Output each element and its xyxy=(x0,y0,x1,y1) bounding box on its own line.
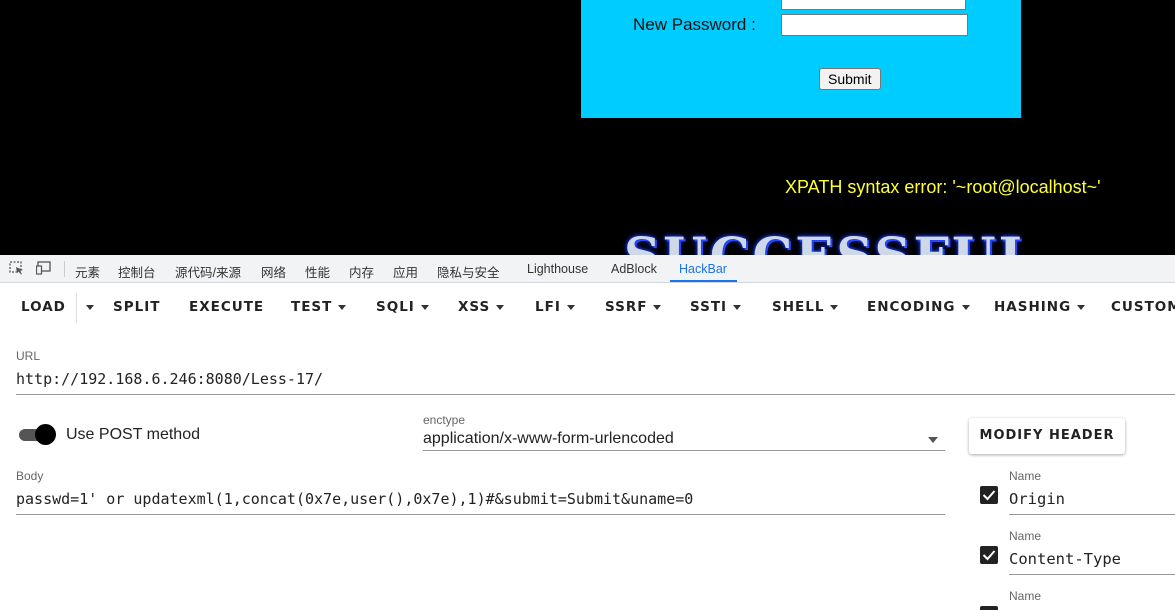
header-value-origin[interactable]: Origin xyxy=(1009,490,1065,508)
web-page-content: New Password : Submit XPATH syntax error… xyxy=(0,0,1175,255)
enctype-select[interactable]: application/x-www-form-urlencoded xyxy=(423,430,674,448)
custom-menu-button[interactable]: CUSTOM xyxy=(1111,299,1175,315)
test-label: TEST xyxy=(291,299,333,315)
toolbar-divider xyxy=(76,293,77,323)
chevron-down-icon xyxy=(566,304,575,310)
device-toolbar-icon[interactable] xyxy=(35,261,52,275)
header-value-content-type[interactable]: Content-Type xyxy=(1009,550,1121,568)
new-password-label: New Password : xyxy=(633,15,756,34)
hashing-label: HASHING xyxy=(994,299,1072,315)
new-password-input[interactable] xyxy=(781,14,968,36)
devtools-tab-bar: 元素 控制台 源代码/来源 网络 性能 内存 应用 隐私与安全 Lighthou… xyxy=(0,255,1175,283)
tab-performance[interactable]: 性能 xyxy=(305,262,330,281)
checkmark-icon xyxy=(982,490,996,501)
split-button[interactable]: SPLIT xyxy=(113,299,160,315)
tab-elements[interactable]: 元素 xyxy=(75,262,100,281)
header-name-label: Name xyxy=(1009,589,1042,603)
xpath-error-message: XPATH syntax error: '~root@localhost~' xyxy=(785,177,1101,197)
xss-menu-button[interactable]: XSS xyxy=(458,299,505,315)
tab-hackbar[interactable]: HackBar xyxy=(679,262,727,276)
encoding-label: ENCODING xyxy=(867,299,956,315)
hackbar-toolbar: LOAD SPLIT EXECUTE TEST SQLI XSS LFI SSR… xyxy=(0,283,1175,331)
chevron-down-icon xyxy=(86,304,94,310)
tab-separator xyxy=(64,261,65,277)
chevron-down-icon xyxy=(496,304,505,310)
username-field[interactable] xyxy=(781,0,966,10)
chevron-down-icon xyxy=(338,304,347,310)
tab-adblock[interactable]: AdBlock xyxy=(611,262,657,276)
url-label: URL xyxy=(16,349,41,363)
load-button[interactable]: LOAD xyxy=(21,299,66,315)
header-name-label: Name xyxy=(1009,469,1042,483)
hashing-menu-button[interactable]: HASHING xyxy=(994,299,1086,315)
tab-sources[interactable]: 源代码/来源 xyxy=(175,262,241,281)
active-tab-indicator xyxy=(670,280,737,282)
enctype-underline xyxy=(423,450,945,451)
password-form-panel: New Password : Submit xyxy=(581,0,1021,118)
chevron-down-icon xyxy=(420,304,429,310)
header-checkbox-content-type[interactable] xyxy=(980,546,998,564)
shell-menu-button[interactable]: SHELL xyxy=(772,299,839,315)
execute-button[interactable]: EXECUTE xyxy=(189,299,264,315)
ssti-label: SSTI xyxy=(690,299,728,315)
lfi-label: LFI xyxy=(535,299,561,315)
load-menu-button[interactable] xyxy=(80,299,94,315)
tab-console[interactable]: 控制台 xyxy=(118,262,156,281)
modify-header-button[interactable]: MODIFY HEADER xyxy=(969,418,1125,454)
ssti-menu-button[interactable]: SSTI xyxy=(690,299,742,315)
hackbar-panel: LOAD SPLIT EXECUTE TEST SQLI XSS LFI SSR… xyxy=(0,283,1175,610)
tab-application[interactable]: 应用 xyxy=(393,262,418,281)
header-underline xyxy=(1009,574,1175,575)
sqli-label: SQLI xyxy=(376,299,415,315)
success-banner-image: SUCCESSFUL xyxy=(624,226,1037,255)
chevron-down-icon xyxy=(733,304,742,310)
enctype-label: enctype xyxy=(423,413,466,427)
body-input-underline xyxy=(16,514,945,515)
tab-privacy-security[interactable]: 隐私与安全 xyxy=(437,262,500,281)
header-checkbox-third[interactable] xyxy=(980,606,998,610)
tab-memory[interactable]: 内存 xyxy=(349,262,374,281)
chevron-down-icon xyxy=(653,304,662,310)
chevron-down-icon xyxy=(1077,304,1086,310)
ssrf-label: SSRF xyxy=(605,299,648,315)
shell-label: SHELL xyxy=(772,299,825,315)
chevron-down-icon xyxy=(830,304,839,310)
tab-network[interactable]: 网络 xyxy=(261,262,286,281)
checkmark-icon xyxy=(982,550,996,561)
header-name-label: Name xyxy=(1009,529,1042,543)
encoding-menu-button[interactable]: ENCODING xyxy=(867,299,970,315)
toggle-knob[interactable] xyxy=(35,424,56,445)
lfi-menu-button[interactable]: LFI xyxy=(535,299,575,315)
use-post-label: Use POST method xyxy=(66,426,200,443)
ssrf-menu-button[interactable]: SSRF xyxy=(605,299,662,315)
header-underline xyxy=(1009,514,1175,515)
body-label: Body xyxy=(16,469,44,483)
body-input[interactable]: passwd=1' or updatexml(1,concat(0x7e,use… xyxy=(16,490,693,508)
submit-button[interactable]: Submit xyxy=(819,68,881,90)
tab-lighthouse[interactable]: Lighthouse xyxy=(527,262,588,276)
load-label: LOAD xyxy=(21,299,66,315)
sqli-menu-button[interactable]: SQLI xyxy=(376,299,429,315)
url-input[interactable]: http://192.168.6.246:8080/Less-17/ xyxy=(16,370,323,388)
inspect-element-icon[interactable] xyxy=(9,261,25,275)
dropdown-arrow-icon[interactable] xyxy=(928,437,938,443)
test-menu-button[interactable]: TEST xyxy=(291,299,347,315)
url-input-underline xyxy=(16,394,1175,395)
xss-label: XSS xyxy=(458,299,491,315)
header-checkbox-origin[interactable] xyxy=(980,486,998,504)
chevron-down-icon xyxy=(961,304,970,310)
